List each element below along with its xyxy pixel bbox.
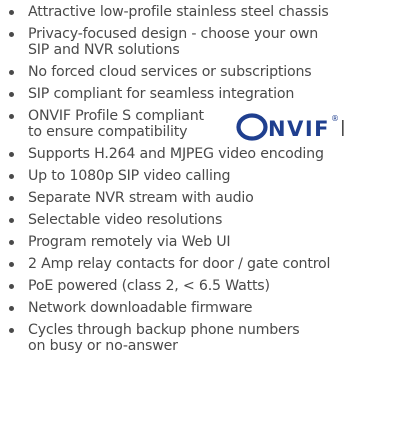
feature-item: Network downloadable firmware	[7, 300, 391, 316]
feature-item: Attractive low-profile stainless steel c…	[7, 4, 391, 20]
bullet-icon	[9, 92, 14, 97]
bullet-icon	[9, 218, 14, 223]
feature-text: No forced cloud services or subscription…	[28, 64, 312, 80]
feature-item: PoE powered (class 2, < 6.5 Watts)	[7, 278, 391, 294]
feature-text: Separate NVR stream with audio	[28, 190, 254, 206]
feature-text: PoE powered (class 2, < 6.5 Watts)	[28, 278, 270, 294]
feature-item: 2 Amp relay contacts for door / gate con…	[7, 256, 391, 272]
feature-text: Program remotely via Web UI	[28, 234, 231, 250]
feature-text-continued: SIP and NVR solutions	[28, 42, 180, 58]
onvif-logo: NVIF ®	[236, 113, 344, 141]
feature-item-onvif: ONVIF Profile S compliant to ensure comp…	[7, 108, 391, 141]
bullet-icon	[9, 174, 14, 179]
feature-text: Cycles through backup phone numbers	[28, 322, 300, 338]
bullet-icon	[9, 114, 14, 119]
feature-text-continued: on busy or no-answer	[28, 338, 178, 354]
feature-item: Program remotely via Web UI	[7, 234, 391, 250]
bullet-icon	[9, 306, 14, 311]
bullet-icon	[9, 152, 14, 157]
bullet-icon	[9, 240, 14, 245]
feature-text: Attractive low-profile stainless steel c…	[28, 4, 329, 20]
bullet-icon	[9, 328, 14, 333]
feature-item: Up to 1080p SIP video calling	[7, 168, 391, 184]
bullet-icon	[9, 284, 14, 289]
feature-item: Supports H.264 and MJPEG video encoding	[7, 146, 391, 162]
bullet-icon	[9, 10, 14, 15]
feature-item: No forced cloud services or subscription…	[7, 64, 391, 80]
feature-text: Privacy-focused design - choose your own	[28, 26, 319, 42]
feature-item: Separate NVR stream with audio	[7, 190, 391, 206]
feature-text: Selectable video resolutions	[28, 212, 223, 228]
feature-text: Supports H.264 and MJPEG video encoding	[28, 146, 324, 162]
feature-item: SIP compliant for seamless integration	[7, 86, 391, 102]
bullet-icon	[9, 32, 14, 37]
bullet-icon	[9, 196, 14, 201]
feature-item: Cycles through backup phone numbers on b…	[7, 322, 391, 354]
feature-text: Up to 1080p SIP video calling	[28, 168, 231, 184]
bullet-icon	[9, 70, 14, 75]
bullet-icon	[9, 262, 14, 267]
feature-item: Selectable video resolutions	[7, 212, 391, 228]
svg-text:NVIF: NVIF	[268, 117, 330, 141]
feature-text: 2 Amp relay contacts for door / gate con…	[28, 256, 331, 272]
feature-item: Privacy-focused design - choose your own…	[7, 26, 391, 58]
feature-text: Network downloadable firmware	[28, 300, 253, 316]
feature-text: SIP compliant for seamless integration	[28, 86, 295, 102]
feature-list: Attractive low-profile stainless steel c…	[7, 4, 391, 360]
svg-text:®: ®	[331, 114, 339, 123]
